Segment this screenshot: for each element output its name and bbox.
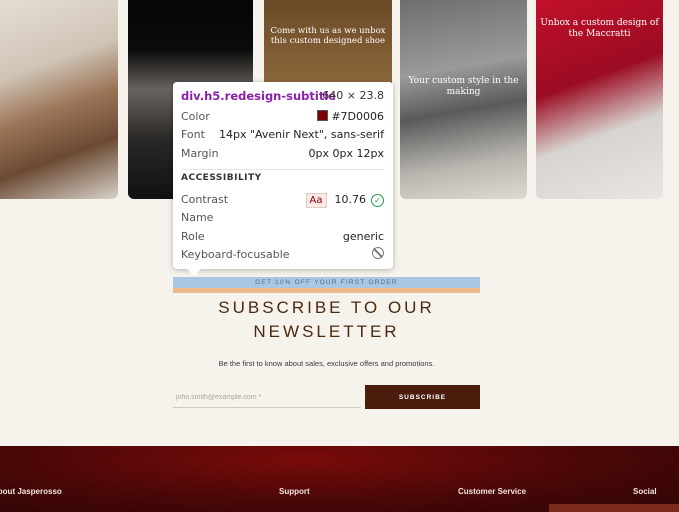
subscribe-button[interactable]: SUBSCRIBE	[365, 385, 480, 409]
site-footer: About Jasperosso Support Customer Servic…	[0, 446, 679, 512]
element-selector: div.h5.redesign-subtitle	[181, 89, 337, 103]
contrast-value: 10.76	[334, 193, 367, 206]
footer-heading-support: Support	[279, 487, 310, 496]
email-field[interactable]	[173, 387, 361, 408]
footer-heading-social: Social	[633, 487, 657, 496]
gallery-caption: Unbox a custom design of the Maccratti	[540, 18, 659, 39]
not-allowed-icon	[372, 247, 384, 259]
contrast-label: Contrast	[181, 193, 229, 206]
font-label: Font	[181, 128, 205, 141]
contrast-row: Contrast Aa 10.76 ✓	[181, 192, 384, 208]
keyboard-focusable-label: Keyboard-focusable	[181, 248, 290, 261]
font-value: 14px "Avenir Next", sans-serif	[218, 128, 384, 141]
footer-heading-about: About Jasperosso	[0, 487, 62, 496]
footer-heading-customer-service: Customer Service	[458, 487, 527, 496]
devtools-inspect-tooltip: div.h5.redesign-subtitle 640 × 23.8 Colo…	[173, 82, 393, 276]
role-label: Role	[181, 230, 205, 243]
accessibility-heading: ACCESSIBILITY	[181, 173, 262, 183]
color-label: Color	[181, 110, 210, 123]
check-icon: ✓	[371, 194, 384, 207]
promo-banner: GET 10% OFF YOUR FIRST ORDER	[173, 277, 480, 293]
margin-label: Margin	[181, 147, 219, 160]
tooltip-divider	[181, 169, 384, 170]
footer-accent-bar	[549, 504, 679, 512]
element-dimensions: 640 × 23.8	[322, 89, 384, 102]
tooltip-arrow	[187, 269, 201, 276]
color-value: #7D0006	[331, 110, 384, 123]
margin-value: 0px 0px 12px	[308, 147, 384, 160]
font-row: Font 14px "Avenir Next", sans-serif	[181, 127, 384, 143]
newsletter-description: Be the first to know about sales, exclus…	[218, 359, 435, 368]
gallery-caption: Your custom style in the making	[408, 76, 519, 97]
gallery-tile-maccratti[interactable]: Unbox a custom design of the Maccratti	[536, 0, 663, 199]
color-swatch-icon	[317, 110, 329, 121]
role-row: Role generic	[181, 229, 384, 245]
keyboard-row: Keyboard-focusable	[181, 247, 384, 263]
name-label: Name	[181, 211, 214, 224]
gallery-caption: Come with us as we unbox this custom des…	[270, 26, 386, 47]
newsletter-title: SUBSCRIBE TO OUR NEWSLETTER	[218, 298, 435, 341]
name-row: Name	[181, 210, 384, 226]
margin-row: Margin 0px 0px 12px	[181, 146, 384, 162]
role-value: generic	[342, 230, 384, 243]
gallery-tile-leather[interactable]	[0, 0, 118, 199]
gallery-tile-making[interactable]: Your custom style in the making	[400, 0, 527, 199]
color-row: Color #7D0006	[181, 109, 384, 125]
contrast-sample-badge: Aa	[305, 193, 327, 208]
